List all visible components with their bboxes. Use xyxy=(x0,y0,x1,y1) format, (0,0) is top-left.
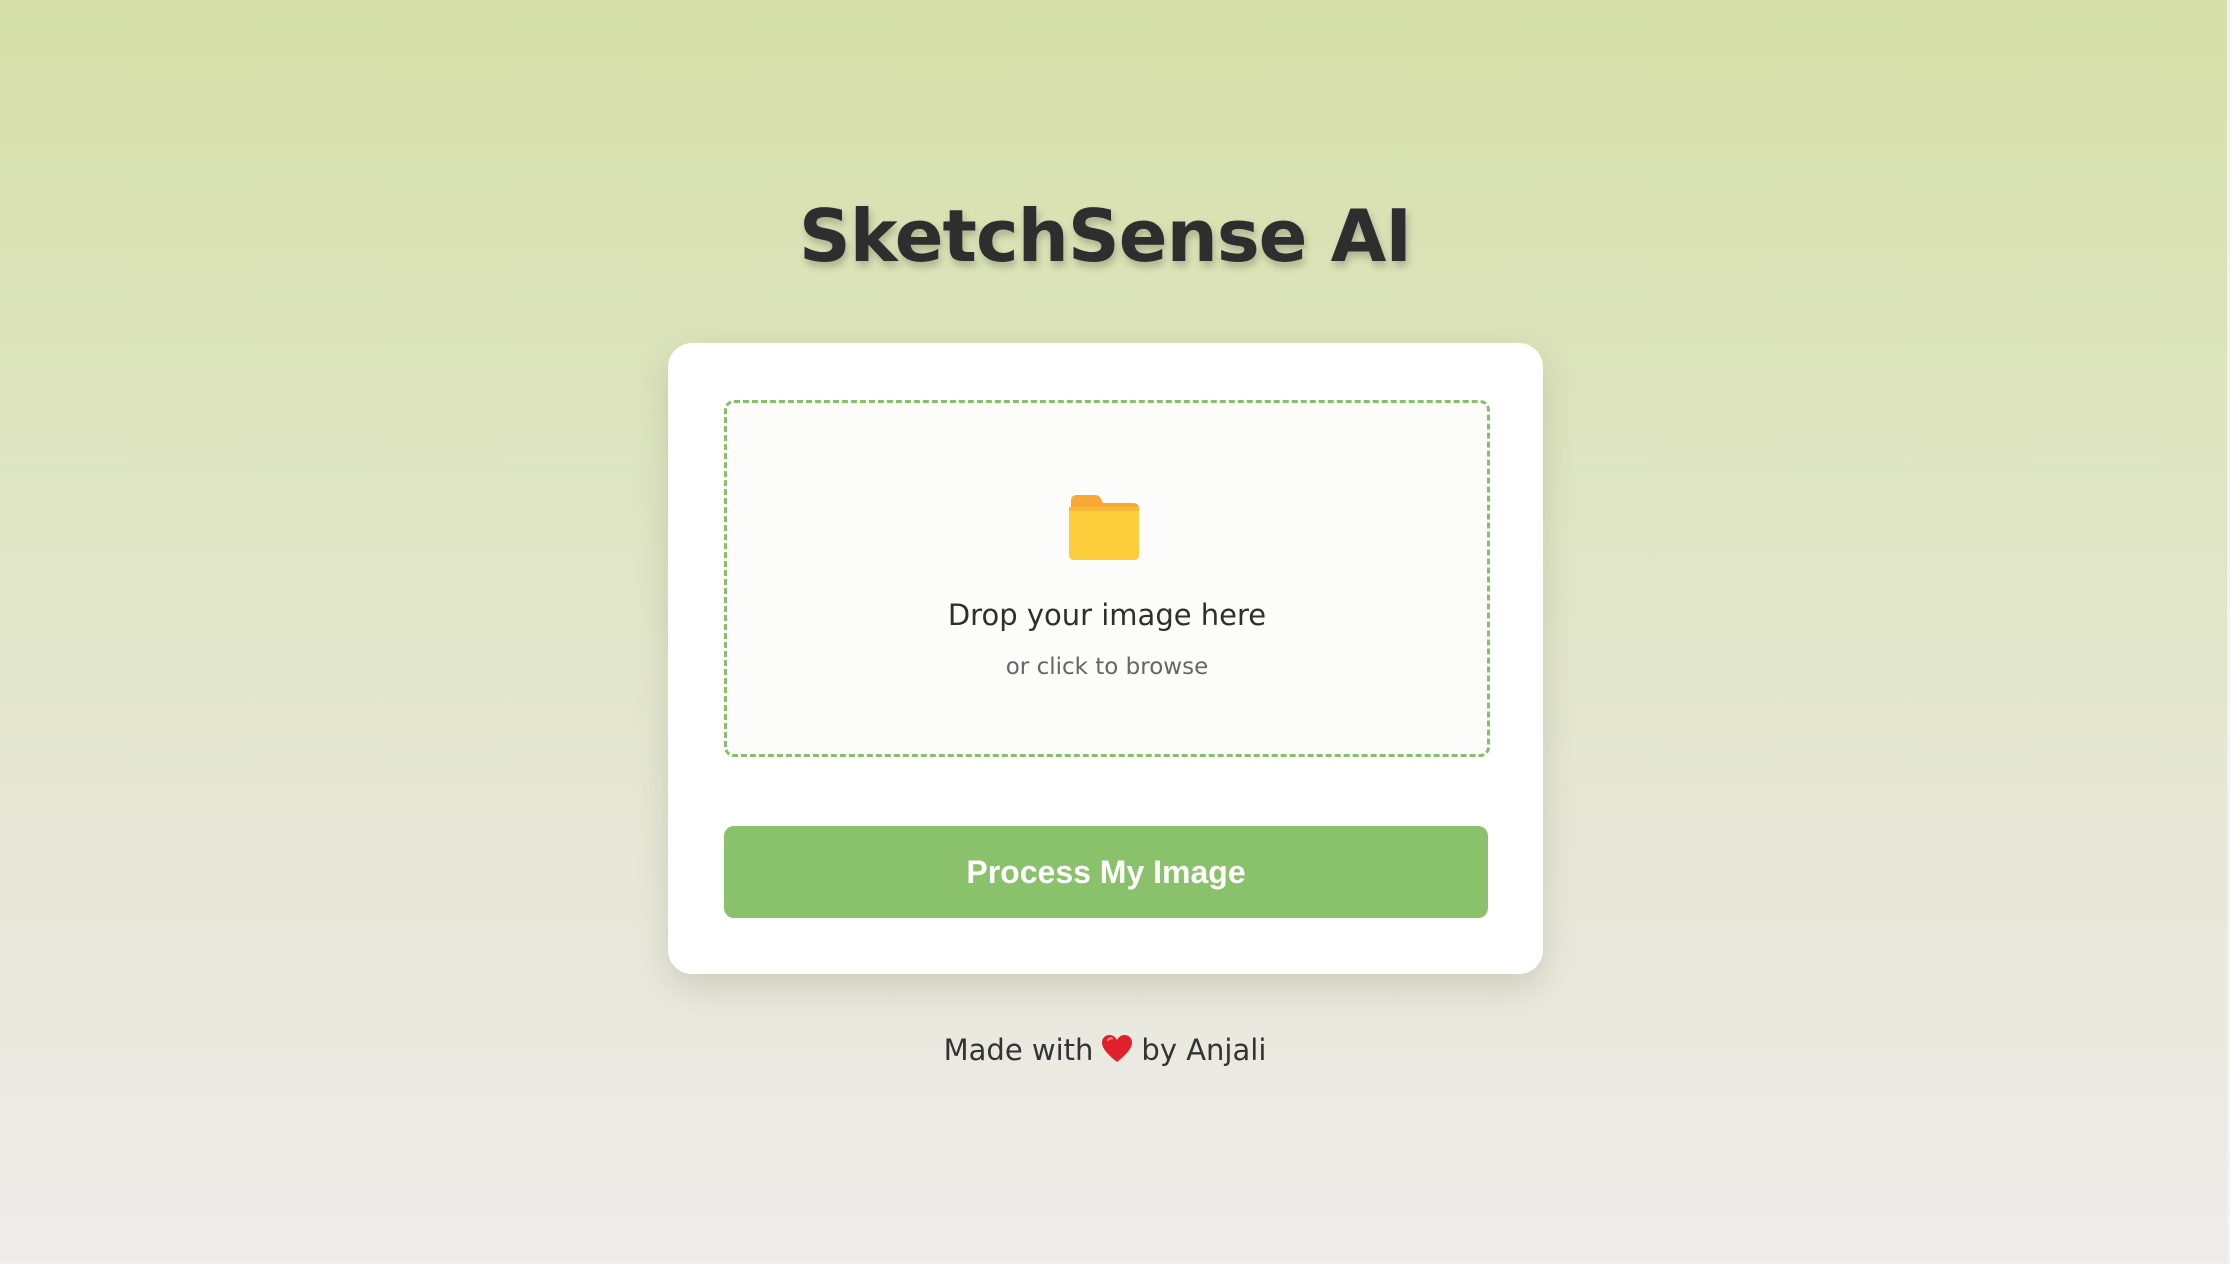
heart-icon xyxy=(1102,1035,1133,1062)
footer: Made with by Anjali xyxy=(0,1029,2210,1071)
footer-suffix: by Anjali xyxy=(1141,1033,1267,1067)
page-title: SketchSense AI xyxy=(798,194,1412,278)
dropzone-title: Drop your image here xyxy=(947,598,1267,632)
footer-prefix: Made with xyxy=(943,1033,1094,1067)
folder-icon xyxy=(1069,495,1139,560)
upload-card: Drop your image here or click to browse … xyxy=(668,343,1543,974)
image-dropzone[interactable]: Drop your image here or click to browse xyxy=(724,400,1490,757)
dropzone-subtitle: or click to browse xyxy=(1005,654,1209,680)
process-image-button[interactable]: Process My Image xyxy=(724,826,1488,918)
